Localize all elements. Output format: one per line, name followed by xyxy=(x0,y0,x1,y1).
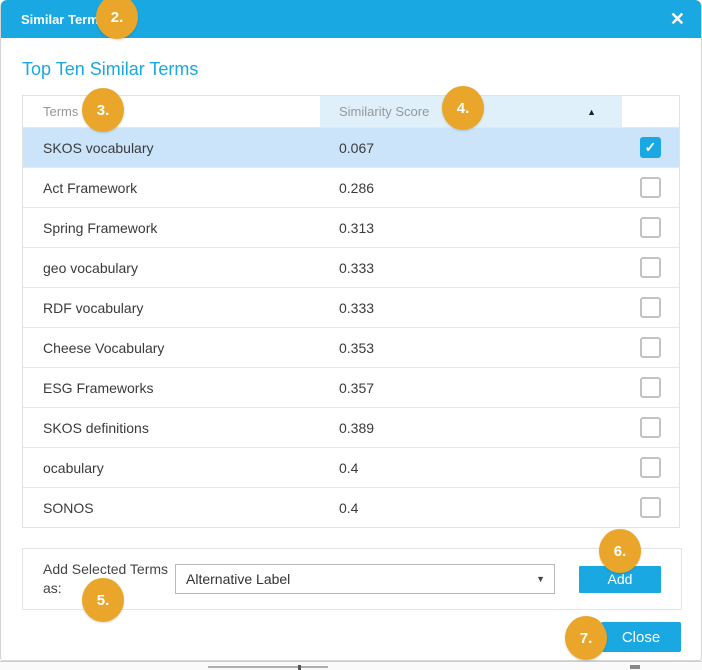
table-row[interactable]: SKOS definitions 0.389 xyxy=(23,407,679,447)
row-checkbox[interactable] xyxy=(640,257,661,278)
term-cell: Spring Framework xyxy=(23,220,320,236)
score-cell: 0.357 xyxy=(320,380,622,396)
score-cell: 0.4 xyxy=(320,460,622,476)
term-cell: SKOS vocabulary xyxy=(23,140,320,156)
table-row[interactable]: Act Framework 0.286 xyxy=(23,167,679,207)
table-row[interactable]: geo vocabulary 0.333 xyxy=(23,247,679,287)
row-checkbox[interactable] xyxy=(640,417,661,438)
score-cell: 0.333 xyxy=(320,260,622,276)
term-cell: ESG Frameworks xyxy=(23,380,320,396)
term-cell: SKOS definitions xyxy=(23,420,320,436)
score-cell: 0.333 xyxy=(320,300,622,316)
row-checkbox[interactable]: ✓ xyxy=(640,137,661,158)
term-cell: RDF vocabulary xyxy=(23,300,320,316)
row-checkbox[interactable] xyxy=(640,297,661,318)
dropdown-selected-value: Alternative Label xyxy=(186,571,290,587)
row-checkbox[interactable] xyxy=(640,377,661,398)
chevron-down-icon: ▼ xyxy=(536,574,545,584)
table-row[interactable]: RDF vocabulary 0.333 xyxy=(23,287,679,327)
close-icon[interactable]: ✕ xyxy=(670,10,685,28)
background-page-strip xyxy=(0,661,702,670)
score-cell: 0.313 xyxy=(320,220,622,236)
table-row[interactable]: Spring Framework 0.313 xyxy=(23,207,679,247)
callout-number-badge: 6. xyxy=(599,529,641,573)
sort-ascending-icon[interactable]: ▲ xyxy=(587,107,596,117)
term-cell: SONOS xyxy=(23,500,320,516)
top-ten-heading: Top Ten Similar Terms xyxy=(22,59,198,80)
score-cell: 0.286 xyxy=(320,180,622,196)
table-row[interactable]: SKOS vocabulary 0.067 ✓ xyxy=(23,127,679,167)
term-cell: ocabulary xyxy=(23,460,320,476)
checkbox-column-header xyxy=(622,96,679,127)
term-cell: geo vocabulary xyxy=(23,260,320,276)
callout-number-badge: 4. xyxy=(442,86,484,130)
score-cell: 0.4 xyxy=(320,500,622,516)
score-cell: 0.389 xyxy=(320,420,622,436)
table-body: SKOS vocabulary 0.067 ✓ Act Framework 0.… xyxy=(23,127,679,527)
label-type-dropdown[interactable]: Alternative Label ▼ xyxy=(175,564,555,594)
row-checkbox[interactable] xyxy=(640,457,661,478)
table-row[interactable]: ESG Frameworks 0.357 xyxy=(23,367,679,407)
callout-number-badge: 5. xyxy=(82,578,124,622)
term-cell: Act Framework xyxy=(23,180,320,196)
row-checkbox[interactable] xyxy=(640,337,661,358)
table-row[interactable]: ocabulary 0.4 xyxy=(23,447,679,487)
table-row[interactable]: Cheese Vocabulary 0.353 xyxy=(23,327,679,367)
score-cell: 0.353 xyxy=(320,340,622,356)
callout-number-badge: 7. xyxy=(565,616,607,660)
dialog-title: Similar Terms xyxy=(21,12,106,27)
row-checkbox[interactable] xyxy=(640,497,661,518)
callout-number-badge: 3. xyxy=(82,88,124,132)
terms-column-header[interactable]: Terms xyxy=(23,96,320,127)
table-row[interactable]: SONOS 0.4 xyxy=(23,487,679,527)
score-cell: 0.067 xyxy=(320,140,622,156)
term-cell: Cheese Vocabulary xyxy=(23,340,320,356)
close-button[interactable]: Close xyxy=(601,622,681,652)
row-checkbox[interactable] xyxy=(640,177,661,198)
row-checkbox[interactable] xyxy=(640,217,661,238)
similarity-score-header-label: Similarity Score xyxy=(339,104,429,119)
similar-terms-table: Terms Similarity Score ▲ SKOS vocabulary… xyxy=(22,95,680,528)
